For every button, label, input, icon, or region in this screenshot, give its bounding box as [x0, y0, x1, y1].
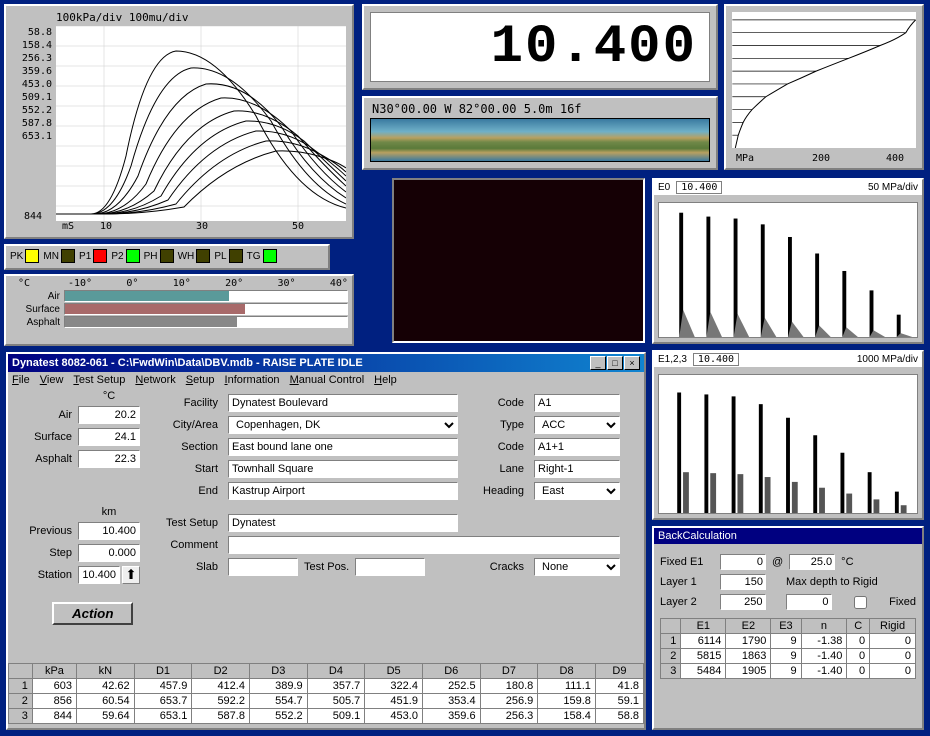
- menu-test setup[interactable]: Test Setup: [73, 374, 125, 386]
- deflection-table: kPakND1D2D3D4D5D6D7D8D9160342.62457.9412…: [8, 663, 644, 724]
- backcalc-panel: BackCalculation Fixed E1@°C Layer 1Max d…: [652, 526, 924, 730]
- station-km[interactable]: [78, 566, 120, 584]
- layer1[interactable]: [720, 574, 766, 590]
- menu-view[interactable]: View: [40, 374, 64, 386]
- code-b-field[interactable]: [534, 438, 620, 456]
- waveform-xunit: mS: [62, 221, 74, 232]
- maxdepth-val[interactable]: [786, 594, 832, 610]
- heading-select[interactable]: East: [534, 482, 620, 500]
- testpos-field[interactable]: [355, 558, 425, 576]
- menu-network[interactable]: Network: [135, 374, 175, 386]
- menu-manual control[interactable]: Manual Control: [290, 374, 365, 386]
- menu-help[interactable]: Help: [374, 374, 397, 386]
- menu-setup[interactable]: Setup: [186, 374, 215, 386]
- type-select[interactable]: ACC: [534, 416, 620, 434]
- temperature-bars: °C-10°0°10°20°30°40° AirSurfaceAsphalt: [4, 274, 354, 346]
- comment-field[interactable]: [228, 536, 620, 554]
- gps-panel: N30°00.00 W 82°00.00 5.0m 16f: [362, 96, 718, 170]
- section-field[interactable]: [228, 438, 458, 456]
- backcalc-table: E1E2E3nCRigid1611417909-1.38002581518639…: [660, 618, 916, 679]
- station-up-button[interactable]: ⬆: [122, 566, 140, 584]
- titlebar: Dynatest 8082-061 - C:\FwdWin\Data\DBV.m…: [8, 354, 644, 372]
- e0-plot: [658, 202, 918, 338]
- end-field[interactable]: [228, 482, 458, 500]
- cityarea-select[interactable]: Copenhagen, DK: [228, 416, 458, 434]
- e123-plot: [658, 374, 918, 514]
- station-readout-panel: 10.400: [362, 4, 718, 90]
- menu-information[interactable]: Information: [225, 374, 280, 386]
- surface-temp[interactable]: [78, 428, 140, 446]
- fixed-e1[interactable]: [720, 554, 766, 570]
- facility-field[interactable]: [228, 394, 458, 412]
- start-field[interactable]: [228, 460, 458, 478]
- waveform-ylabels: 58.8158.4256.3359.6453.0509.1552.2587.86…: [12, 26, 52, 143]
- step-km[interactable]: [78, 544, 140, 562]
- fixed-e1-temp[interactable]: [789, 554, 835, 570]
- slab-field[interactable]: [228, 558, 298, 576]
- window-title: Dynatest 8082-061 - C:\FwdWin\Data\DBV.m…: [12, 357, 363, 369]
- waveform-title: 100kPa/div 100mu/div: [56, 11, 188, 24]
- station-readout: 10.400: [370, 12, 710, 82]
- air-temp[interactable]: [78, 406, 140, 424]
- maximize-button[interactable]: □: [607, 356, 623, 370]
- layer2[interactable]: [720, 594, 766, 610]
- code-a-field[interactable]: [534, 394, 620, 412]
- backcalc-title: BackCalculation: [654, 528, 922, 544]
- testsetup-field[interactable]: [228, 514, 458, 532]
- menu-file[interactable]: File: [12, 374, 30, 386]
- mpa-curve: [732, 12, 916, 148]
- indicator-lights: PK MN P1 P2 PH WH PL TG: [4, 244, 330, 270]
- close-button[interactable]: ×: [624, 356, 640, 370]
- waveform-svg: [56, 26, 346, 221]
- gps-text: N30°00.00 W 82°00.00 5.0m 16f: [372, 102, 582, 116]
- minimize-button[interactable]: _: [590, 356, 606, 370]
- waveform-panel: 100kPa/div 100mu/div 58.8158.4256.3359.6…: [4, 4, 354, 239]
- lane-field[interactable]: [534, 460, 620, 478]
- asphalt-temp[interactable]: [78, 450, 140, 468]
- cracks-select[interactable]: None: [534, 558, 620, 576]
- world-map: [370, 118, 710, 162]
- camera-view: [392, 178, 645, 343]
- waveform-graph: [56, 26, 346, 221]
- e123-chart: E1,2,310.4001000 MPa/div: [652, 350, 924, 520]
- action-button[interactable]: Action: [52, 602, 133, 625]
- menubar[interactable]: File View Test Setup Network Setup Informatio…: [8, 372, 644, 388]
- mpa-curve-panel: MPa 200 400: [724, 4, 924, 170]
- fixed-checkbox[interactable]: [838, 596, 884, 609]
- e0-chart: E010.40050 MPa/div: [652, 178, 924, 344]
- previous-km[interactable]: [78, 522, 140, 540]
- waveform-ybottom: 844: [24, 211, 42, 222]
- main-window: Dynatest 8082-061 - C:\FwdWin\Data\DBV.m…: [6, 352, 646, 730]
